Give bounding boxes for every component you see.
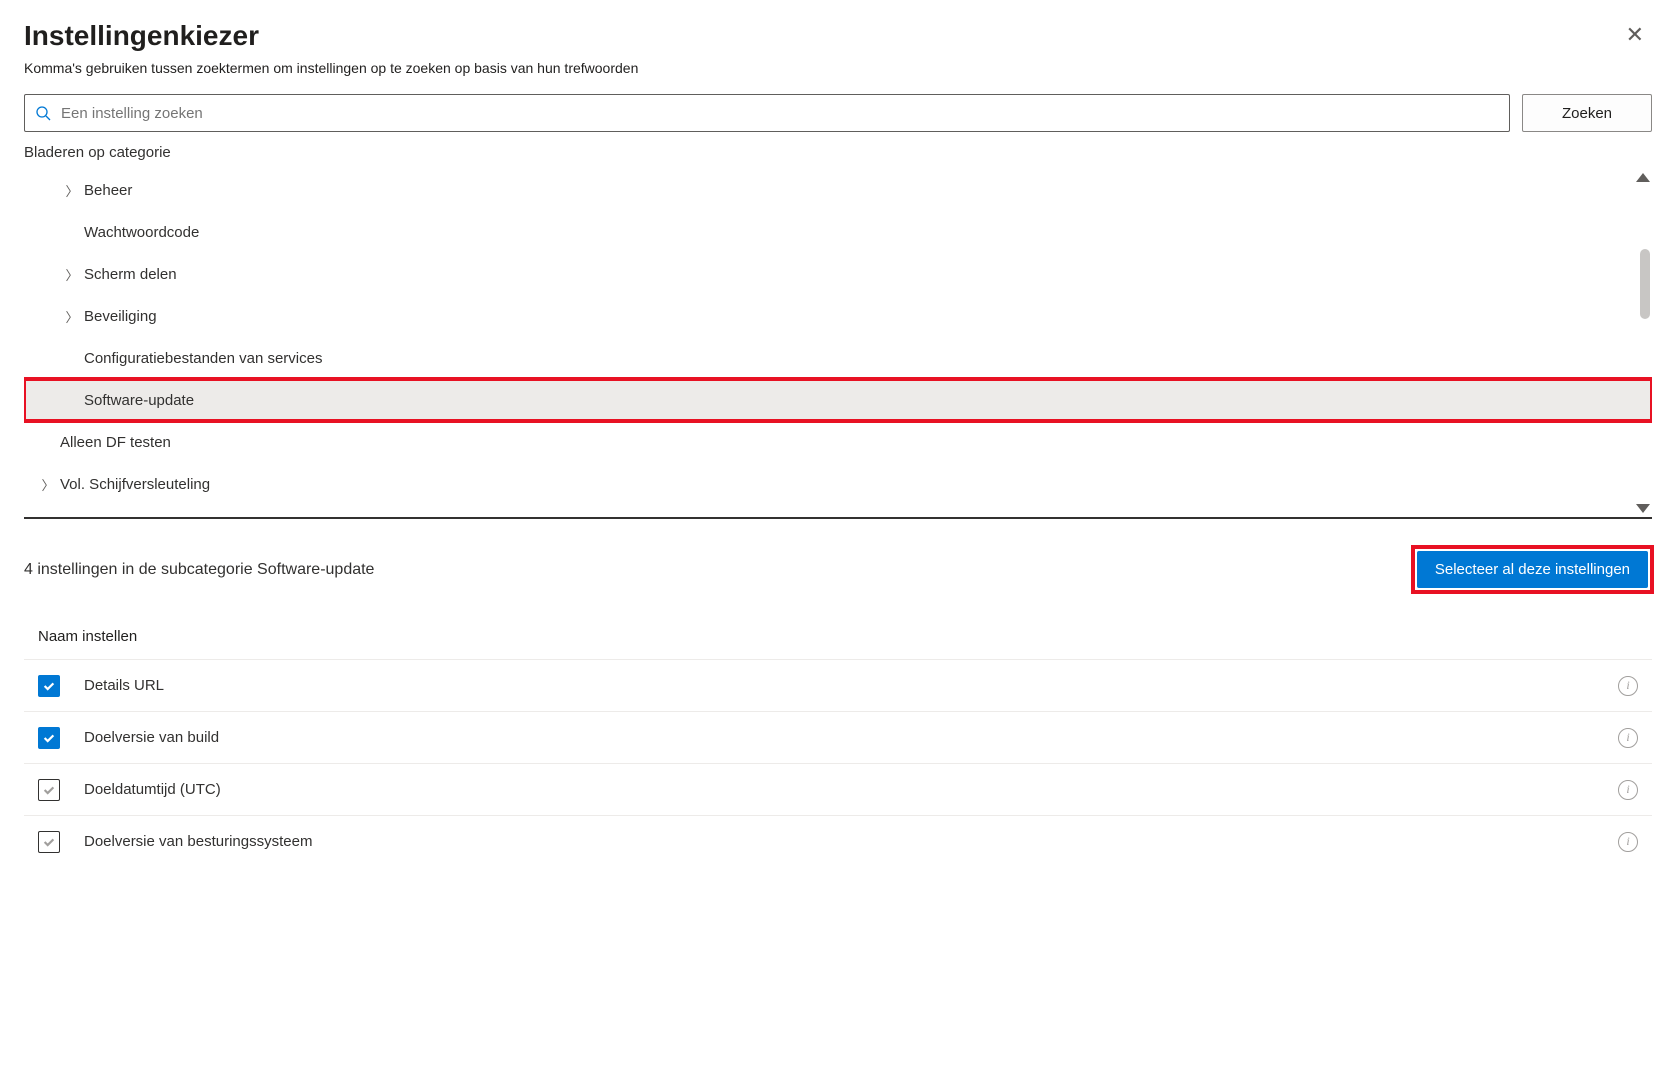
close-icon: ✕ [1626, 22, 1644, 47]
setting-label: Doelversie van besturingssysteem [84, 833, 1618, 850]
category-label: Beheer [84, 182, 132, 199]
category-label: Scherm delen [84, 266, 177, 283]
search-input[interactable] [59, 104, 1499, 123]
settings-column-header: Naam instellen [24, 620, 1652, 659]
select-all-button[interactable]: Selecteer al deze instellingen [1417, 551, 1648, 588]
chevron-right-icon: 〉 [60, 265, 84, 284]
setting-row: Details URLi [24, 659, 1652, 711]
page-subtitle: Komma's gebruiken tussen zoektermen om i… [24, 60, 638, 76]
setting-checkbox[interactable] [38, 727, 60, 749]
search-icon [35, 105, 51, 121]
scroll-thumb[interactable] [1640, 249, 1650, 319]
category-item[interactable]: Wachtwoordcode [24, 211, 1652, 253]
setting-row: Doeldatumtijd (UTC)i [24, 763, 1652, 815]
info-icon[interactable]: i [1618, 728, 1638, 748]
search-button[interactable]: Zoeken [1522, 94, 1652, 132]
close-button[interactable]: ✕ [1618, 20, 1652, 50]
info-icon[interactable]: i [1618, 832, 1638, 852]
setting-label: Details URL [84, 677, 1618, 694]
category-item[interactable]: 〉Beveiliging [24, 295, 1652, 337]
select-all-highlight: Selecteer al deze instellingen [1413, 547, 1652, 592]
page-title: Instellingenkiezer [24, 20, 638, 52]
category-item[interactable]: Configuratiebestanden van services [24, 337, 1652, 379]
setting-checkbox[interactable] [38, 831, 60, 853]
setting-row: Doelversie van buildi [24, 711, 1652, 763]
category-label: Software-update [84, 392, 194, 409]
scrollbar[interactable] [1634, 169, 1652, 517]
setting-checkbox[interactable] [38, 675, 60, 697]
category-item[interactable]: 〉Scherm delen [24, 253, 1652, 295]
scroll-down-icon[interactable] [1636, 504, 1650, 513]
setting-row: Doelversie van besturingssysteemi [24, 815, 1652, 867]
category-label: Wachtwoordcode [84, 224, 199, 241]
results-summary: 4 instellingen in de subcategorie Softwa… [24, 561, 374, 579]
category-label: Beveiliging [84, 308, 157, 325]
chevron-right-icon: 〉 [60, 307, 84, 326]
category-item[interactable]: 〉Vol. Schijfversleuteling [24, 463, 1652, 505]
scroll-up-icon[interactable] [1636, 173, 1650, 182]
category-label: Alleen DF testen [60, 434, 171, 451]
setting-checkbox[interactable] [38, 779, 60, 801]
browse-label: Bladeren op categorie [24, 144, 1652, 161]
info-icon[interactable]: i [1618, 676, 1638, 696]
category-label: Configuratiebestanden van services [84, 350, 322, 367]
category-label: Vol. Schijfversleuteling [60, 476, 210, 493]
category-item[interactable]: 〉Beheer [24, 169, 1652, 211]
chevron-right-icon: 〉 [60, 181, 84, 200]
category-list: 〉BeheerWachtwoordcode〉Scherm delen〉Bevei… [24, 169, 1652, 519]
category-item[interactable]: Software-update [24, 379, 1652, 421]
info-icon[interactable]: i [1618, 780, 1638, 800]
category-item[interactable]: Alleen DF testen [24, 421, 1652, 463]
search-box[interactable] [24, 94, 1510, 132]
setting-label: Doeldatumtijd (UTC) [84, 781, 1618, 798]
setting-label: Doelversie van build [84, 729, 1618, 746]
chevron-right-icon: 〉 [36, 475, 60, 494]
